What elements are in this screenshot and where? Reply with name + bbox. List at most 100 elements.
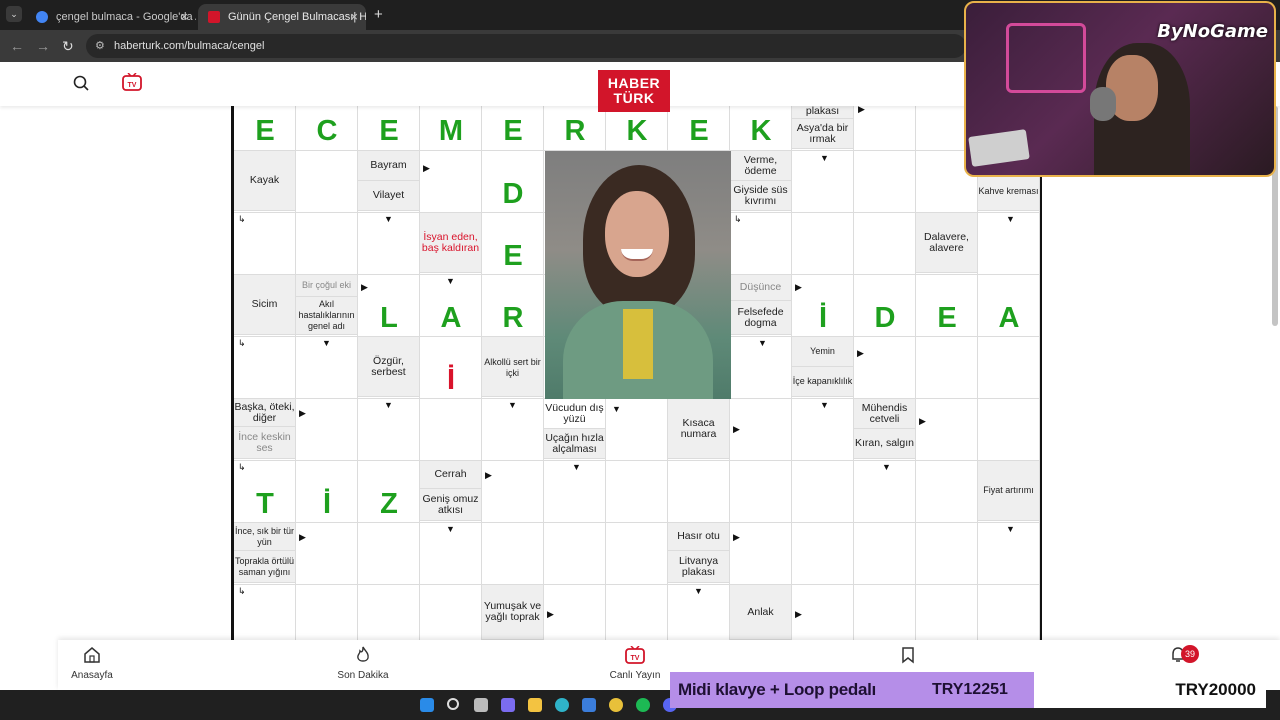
nav-live[interactable]: TV Canlı Yayın	[608, 646, 662, 681]
grid-cell[interactable]	[606, 461, 668, 523]
clue-cell[interactable]: Kahve kreması	[978, 173, 1040, 211]
grid-cell[interactable]	[916, 461, 978, 523]
clue-cell[interactable]: Hasır otu	[668, 523, 730, 551]
nav-home[interactable]: Anasayfa	[70, 646, 114, 681]
store-icon[interactable]	[582, 698, 596, 712]
clue-cell[interactable]: Başka, öteki, diğer	[234, 399, 296, 427]
clue-cell[interactable]: İçe kapanıklılık	[792, 367, 854, 397]
chrome-icon[interactable]	[609, 698, 623, 712]
grid-cell[interactable]	[606, 523, 668, 585]
site-info-icon[interactable]: ⚙	[95, 34, 105, 58]
windows-start-icon[interactable]	[420, 698, 434, 712]
clue-cell[interactable]: Litvanya plakası	[668, 551, 730, 583]
letter-cell[interactable]: Z	[358, 473, 420, 535]
letter-cell[interactable]: M	[420, 100, 482, 162]
haberturk-logo[interactable]: HABER TÜRK	[598, 70, 670, 112]
grid-cell[interactable]	[916, 523, 978, 585]
clue-cell[interactable]: İnce keskin ses	[234, 427, 296, 459]
clue-cell[interactable]: Asya'da bir ırmak	[792, 119, 854, 149]
clue-cell[interactable]: Anlak	[730, 585, 792, 640]
grid-cell[interactable]	[854, 585, 916, 647]
grid-cell[interactable]	[854, 523, 916, 585]
grid-cell[interactable]	[730, 461, 792, 523]
search-icon[interactable]	[447, 698, 459, 710]
nav-bookmark[interactable]	[898, 646, 918, 670]
grid-cell[interactable]	[296, 585, 358, 647]
tab-haberturk-puzzle[interactable]: Günün Çengel Bulmacası| HT Bulm ×	[198, 4, 366, 30]
clue-cell[interactable]: Yumuşak ve yağlı toprak	[482, 585, 544, 640]
task-view-icon[interactable]	[474, 698, 488, 712]
clue-cell[interactable]: Kısaca numara	[668, 399, 730, 459]
clue-cell[interactable]: Kıran, salgın	[854, 429, 916, 459]
clue-cell[interactable]: Geniş omuz atkısı	[420, 489, 482, 521]
clue-cell[interactable]: plakası	[792, 105, 854, 119]
tab-title: Günün Çengel Bulmacası| HT Bulm	[228, 11, 366, 23]
letter-cell[interactable]: E	[482, 225, 544, 287]
forward-arrow-icon[interactable]: →	[36, 38, 50, 54]
letter-cell[interactable]: C	[296, 100, 358, 162]
clue-cell[interactable]: Felsefede dogma	[730, 301, 792, 335]
clue-cell[interactable]: Fiyat artırımı	[978, 461, 1040, 521]
grid-cell[interactable]	[916, 399, 978, 461]
edge-icon[interactable]	[555, 698, 569, 712]
grid-cell[interactable]	[668, 461, 730, 523]
letter-cell[interactable]: İ	[296, 473, 358, 535]
clue-cell[interactable]: Yemin	[792, 337, 854, 367]
clue-cell[interactable]: İsyan eden, baş kaldıran	[420, 213, 482, 273]
clue-cell[interactable]: Vücudun dış yüzü	[544, 399, 606, 429]
close-tab-icon[interactable]: ×	[180, 9, 188, 24]
letter-cell[interactable]: A	[420, 287, 482, 349]
letter-cell[interactable]: D	[482, 163, 544, 225]
letter-cell[interactable]: E	[916, 287, 978, 349]
grid-cell[interactable]	[296, 213, 358, 275]
grid-cell[interactable]	[854, 151, 916, 213]
grid-cell[interactable]	[792, 523, 854, 585]
clue-cell[interactable]: Kayak	[234, 151, 296, 211]
grid-cell[interactable]	[482, 523, 544, 585]
clue-cell[interactable]: Özgür, serbest	[358, 337, 420, 397]
file-explorer-icon[interactable]	[528, 698, 542, 712]
letter-cell[interactable]: A	[978, 287, 1040, 349]
clue-cell[interactable]: Vilayet	[358, 181, 420, 211]
url-input[interactable]: ⚙ haberturk.com/bulmaca/cengel	[86, 34, 966, 58]
clue-cell[interactable]: Bir çoğul eki	[296, 275, 358, 297]
grid-cell[interactable]	[916, 585, 978, 647]
clue-cell[interactable]: Düşünce	[730, 275, 792, 301]
tab-google-search[interactable]: çengel bulmaca - Google'da Ara ×	[26, 4, 196, 30]
letter-cell[interactable]: E	[482, 100, 544, 162]
clue-cell[interactable]: Sicim	[234, 275, 296, 335]
grid-cell[interactable]	[792, 461, 854, 523]
clue-cell[interactable]: Dalavere, alavere	[916, 213, 978, 273]
grid-cell[interactable]	[978, 399, 1040, 461]
clue-cell[interactable]: Giyside süs kıvrımı	[730, 181, 792, 211]
new-tab-plus-icon[interactable]: +	[374, 6, 383, 23]
arrow-right-icon: ▶	[485, 470, 492, 480]
search-icon[interactable]	[73, 75, 89, 91]
copilot-icon[interactable]	[501, 698, 515, 712]
letter-cell-active[interactable]: İ	[420, 349, 482, 411]
clue-cell[interactable]: İnce, sık bir tür yün	[234, 523, 296, 551]
grid-cell[interactable]	[358, 585, 420, 647]
grid-cell[interactable]	[792, 213, 854, 275]
tv-icon[interactable]: TV	[122, 73, 142, 91]
clue-cell[interactable]: Bayram	[358, 151, 420, 181]
clue-cell[interactable]: Uçağın hızla alçalması	[544, 429, 606, 459]
clue-cell[interactable]: Toprakla örtülü saman yığını	[234, 551, 296, 583]
grid-cell[interactable]	[606, 585, 668, 647]
close-tab-icon[interactable]: ×	[350, 9, 358, 24]
grid-cell[interactable]	[420, 585, 482, 647]
clue-cell[interactable]: Mühendis cetveli	[854, 399, 916, 429]
spotify-icon[interactable]	[636, 698, 650, 712]
grid-cell[interactable]	[978, 585, 1040, 647]
grid-cell[interactable]	[544, 523, 606, 585]
tab-search-chevron-icon[interactable]: ⌄	[6, 6, 22, 22]
grid-cell[interactable]	[854, 213, 916, 275]
back-arrow-icon[interactable]: ←	[10, 38, 24, 54]
nav-latest[interactable]: Son Dakika	[336, 646, 390, 681]
clue-cell[interactable]: Alkollü sert bir içki	[482, 337, 544, 397]
reload-icon[interactable]: ↻	[62, 38, 74, 55]
clue-cell[interactable]: Verme, ödeme	[730, 151, 792, 181]
letter-cell[interactable]: D	[854, 287, 916, 349]
clue-cell[interactable]: Akıl hastalıklarının genel adı	[296, 297, 358, 335]
clue-cell[interactable]: Cerrah	[420, 461, 482, 489]
